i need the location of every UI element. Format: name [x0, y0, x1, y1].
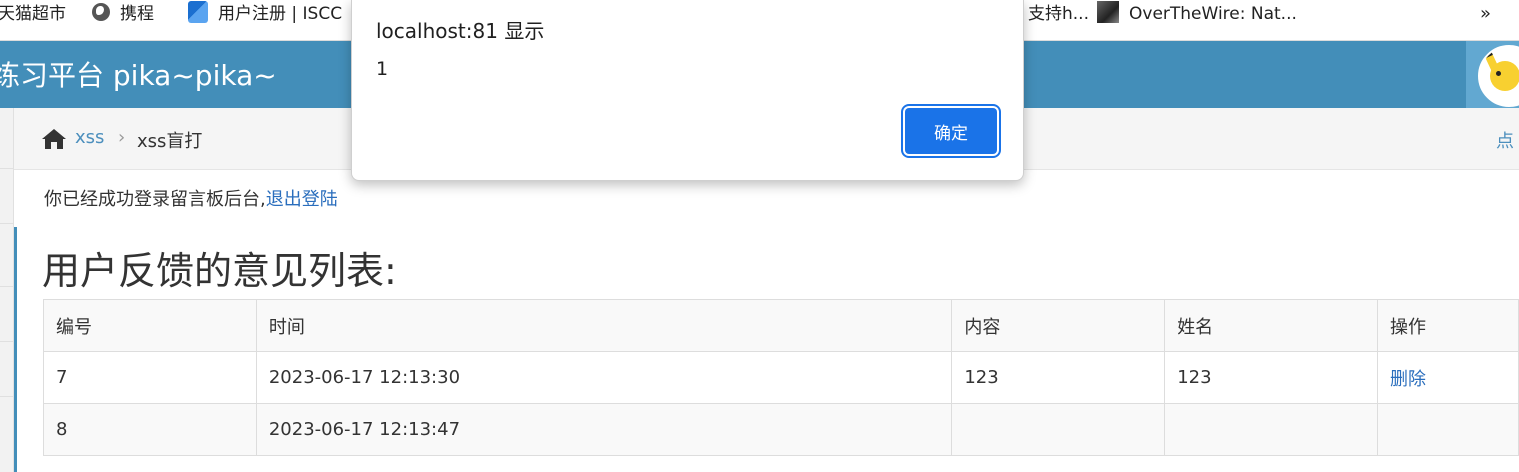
- cell-action: 删除: [1377, 351, 1519, 404]
- bookmark-iscc-register[interactable]: 用户注册 | ISCC: [188, 0, 342, 28]
- pikachu-head-shape: [1490, 61, 1519, 91]
- table-header-row: 编号 时间 内容 姓名 操作: [43, 299, 1519, 352]
- sidebar-divider: [0, 396, 13, 397]
- feedback-table: 编号 时间 内容 姓名 操作 7 2023-06-17 12:13:30 123…: [43, 299, 1519, 456]
- app-title: 练习平台 pika~pika~: [0, 59, 277, 92]
- globe-icon: [92, 3, 110, 21]
- cell-time: 2023-06-17 12:13:47: [255, 403, 953, 456]
- bookmark-overthewire[interactable]: OverTheWire: Nat...: [1097, 0, 1297, 28]
- bookmark-label: 携程: [120, 4, 154, 24]
- column-header: 内容: [951, 299, 1166, 352]
- breadcrumb-right-link[interactable]: 点: [1496, 127, 1514, 153]
- cell-id: 8: [43, 403, 257, 456]
- sidebar-divider: [0, 341, 13, 342]
- bookmark-support[interactable]: 支持h...: [1028, 0, 1089, 28]
- cell-content: [951, 403, 1166, 456]
- cell-time: 2023-06-17 12:13:30: [255, 351, 953, 404]
- accent-bar: [14, 227, 17, 472]
- cell-id: 7: [43, 351, 257, 404]
- cell-name: [1164, 403, 1379, 456]
- pikachu-eye-shape: [1496, 71, 1501, 76]
- cell-name: 123: [1164, 351, 1379, 404]
- dialog-message: 1: [376, 58, 389, 80]
- bookmark-label: 天猫超市: [0, 4, 66, 24]
- breadcrumb-link-xss[interactable]: xss: [75, 127, 104, 148]
- sidebar-divider: [0, 223, 13, 224]
- sidebar: [0, 108, 14, 472]
- login-status-text: 你已经成功登录留言板后台,: [44, 189, 266, 210]
- cell-action: [1377, 403, 1519, 456]
- logout-link[interactable]: 退出登陆: [266, 189, 338, 210]
- bookmark-ctrip[interactable]: 携程: [92, 0, 154, 28]
- alert-dialog: localhost:81 显示 1 确定: [351, 0, 1024, 181]
- column-header: 编号: [43, 299, 257, 352]
- breadcrumb-current: xss盲打: [137, 131, 203, 152]
- blue-logo-icon: [188, 1, 208, 23]
- delete-link[interactable]: 删除: [1390, 369, 1426, 390]
- column-header: 时间: [255, 299, 953, 352]
- column-header: 操作: [1377, 299, 1519, 352]
- dialog-title: localhost:81 显示: [376, 19, 545, 43]
- table-row: 7 2023-06-17 12:13:30 123 123 删除: [43, 351, 1519, 404]
- sidebar-divider: [0, 286, 13, 287]
- table-row: 8 2023-06-17 12:13:47: [43, 403, 1519, 456]
- bookmarks-overflow-button[interactable]: »: [1480, 0, 1491, 28]
- page-title: 用户反馈的意见列表:: [42, 249, 397, 293]
- column-header: 姓名: [1164, 299, 1379, 352]
- sidebar-divider: [0, 168, 13, 169]
- login-status: 你已经成功登录留言板后台,退出登陆: [44, 185, 338, 211]
- user-menu[interactable]: [1466, 41, 1519, 108]
- ok-button[interactable]: 确定: [905, 108, 997, 154]
- home-icon[interactable]: [41, 128, 67, 154]
- pikachu-avatar: [1478, 45, 1519, 107]
- cat-icon: [1097, 1, 1119, 23]
- main-content: 你已经成功登录留言板后台,退出登陆 用户反馈的意见列表: 编号 时间 内容 姓名…: [14, 170, 1519, 472]
- bookmark-tmall[interactable]: 天猫超市: [0, 0, 66, 28]
- bookmark-label: OverTheWire: Nat...: [1129, 4, 1297, 24]
- bookmark-label: 支持h...: [1028, 4, 1089, 24]
- breadcrumb-separator: ›: [118, 127, 126, 148]
- cell-content: 123: [951, 351, 1166, 404]
- bookmark-label: 用户注册 | ISCC: [218, 4, 343, 24]
